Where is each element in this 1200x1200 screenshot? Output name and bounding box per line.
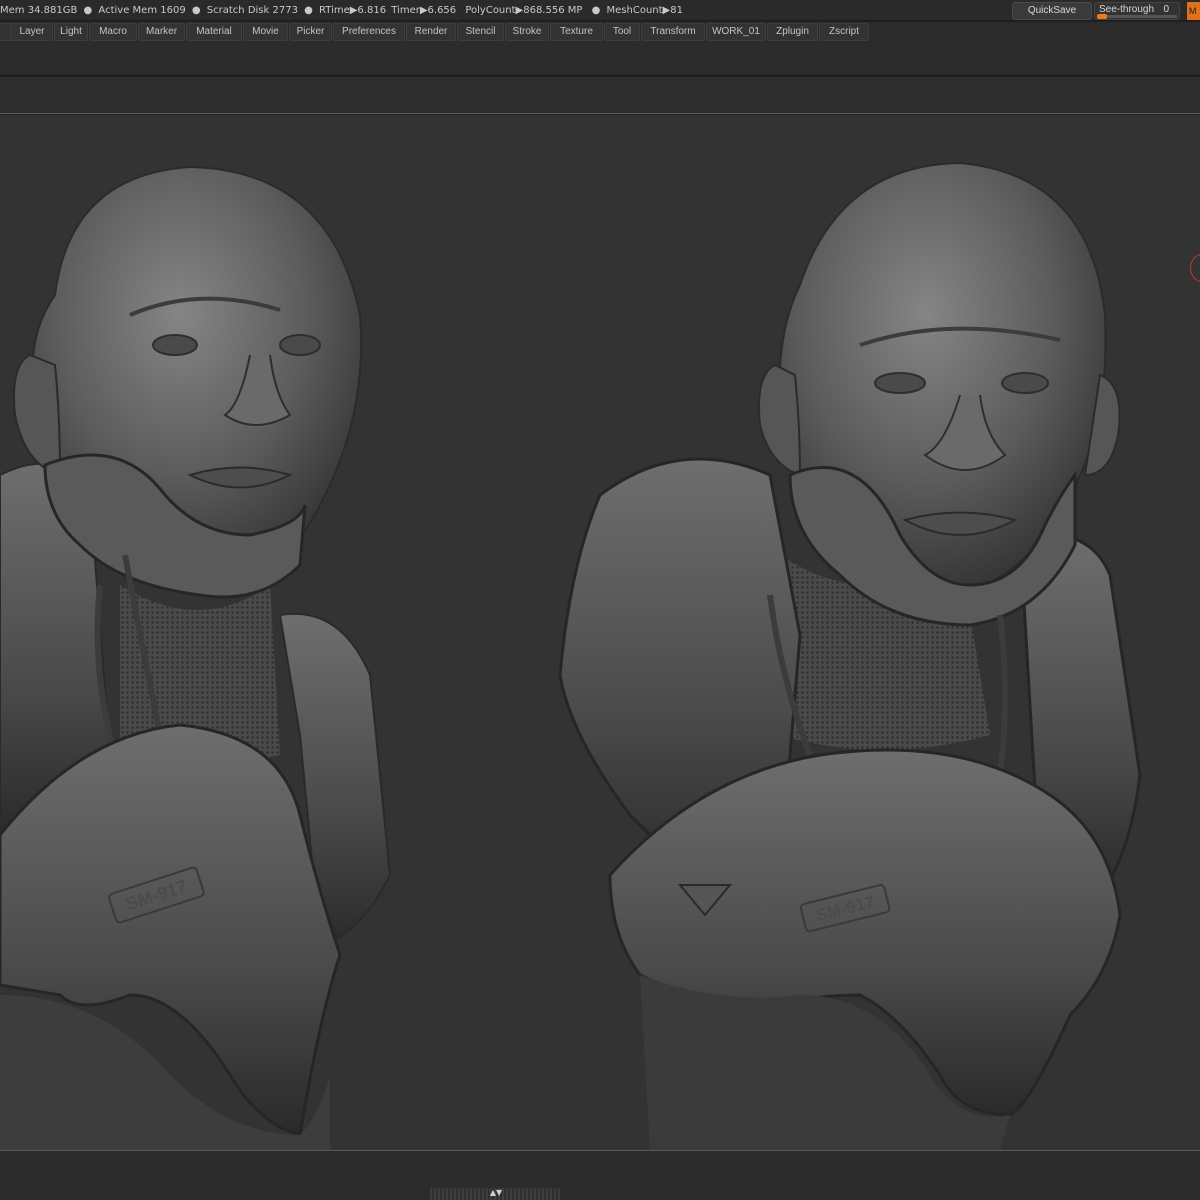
- eye-right: [1001, 372, 1049, 394]
- rtime-stat: RTime▶6.816: [319, 5, 387, 16]
- collapse-expand-arrows-icon[interactable]: ▲▼: [484, 1187, 508, 1199]
- menu-render[interactable]: Render: [406, 23, 456, 41]
- menu-macro[interactable]: Macro: [89, 23, 137, 41]
- status-separator: ●: [191, 5, 201, 16]
- menu-work01[interactable]: WORK_01: [706, 23, 766, 41]
- active-mem-stat: Active Mem 1609: [98, 5, 186, 16]
- status-separator: ●: [304, 5, 313, 16]
- see-through-knob[interactable]: [1097, 14, 1107, 19]
- zbrush-window: Mem 34.881GB ● Active Mem 1609 ● Scratch…: [0, 0, 1200, 1200]
- ear: [758, 363, 802, 477]
- mem-stat: Mem 34.881GB: [0, 5, 78, 16]
- menu-zplugin[interactable]: Zplugin: [767, 23, 818, 41]
- menu-stencil[interactable]: Stencil: [457, 23, 504, 41]
- eye-right: [279, 334, 321, 356]
- menu-layer[interactable]: Layer: [11, 23, 53, 41]
- eye-left: [152, 334, 198, 356]
- tool-strip: [0, 42, 1200, 76]
- menu-zscript[interactable]: Zscript: [819, 23, 869, 41]
- timer-stat: Timer▶6.656: [391, 5, 457, 16]
- meshcount-stat: MeshCount▶81: [606, 5, 683, 16]
- menu-marker[interactable]: Marker: [138, 23, 185, 41]
- status-separator: ●: [591, 5, 601, 16]
- bust-model-left[interactable]: SM-917: [0, 165, 392, 1150]
- menu-stroke[interactable]: Stroke: [505, 23, 549, 41]
- canvas-viewport[interactable]: SM-917 SM-917: [0, 115, 1200, 1150]
- menu-light[interactable]: Light: [54, 23, 88, 41]
- ear: [13, 353, 62, 477]
- quicksave-button[interactable]: QuickSave: [1012, 2, 1092, 20]
- status-separator: ●: [83, 5, 93, 16]
- status-bar: Mem 34.881GB ● Active Mem 1609 ● Scratch…: [0, 0, 1200, 21]
- sub-toolbar: [0, 77, 1200, 114]
- menu-movie[interactable]: Movie: [243, 23, 288, 41]
- see-through-track[interactable]: [1097, 14, 1177, 19]
- menu-tool[interactable]: Tool: [604, 23, 640, 41]
- status-stats: Mem 34.881GB ● Active Mem 1609 ● Scratch…: [0, 0, 683, 21]
- menu-bar: Layer Light Macro Marker Material Movie …: [0, 22, 1200, 42]
- viewport-render: SM-917 SM-917: [0, 161, 1142, 1150]
- menu-transform[interactable]: Transform: [641, 23, 705, 41]
- menu-texture[interactable]: Texture: [550, 23, 603, 41]
- menu-toggle-button[interactable]: M: [1187, 2, 1200, 20]
- menu-material[interactable]: Material: [186, 23, 242, 41]
- bottom-shelf: [0, 1151, 1200, 1200]
- bust-model-right[interactable]: SM-917: [558, 161, 1142, 1150]
- menu-preferences[interactable]: Preferences: [333, 23, 405, 41]
- menu-picker[interactable]: Picker: [289, 23, 332, 41]
- polycount-stat: PolyCount▶868.556 MP: [465, 5, 583, 16]
- eye-left: [874, 372, 926, 394]
- see-through-slider[interactable]: See-through 0: [1094, 2, 1180, 20]
- scratch-disk-stat: Scratch Disk 2773: [206, 5, 298, 16]
- cable: [997, 614, 1008, 776]
